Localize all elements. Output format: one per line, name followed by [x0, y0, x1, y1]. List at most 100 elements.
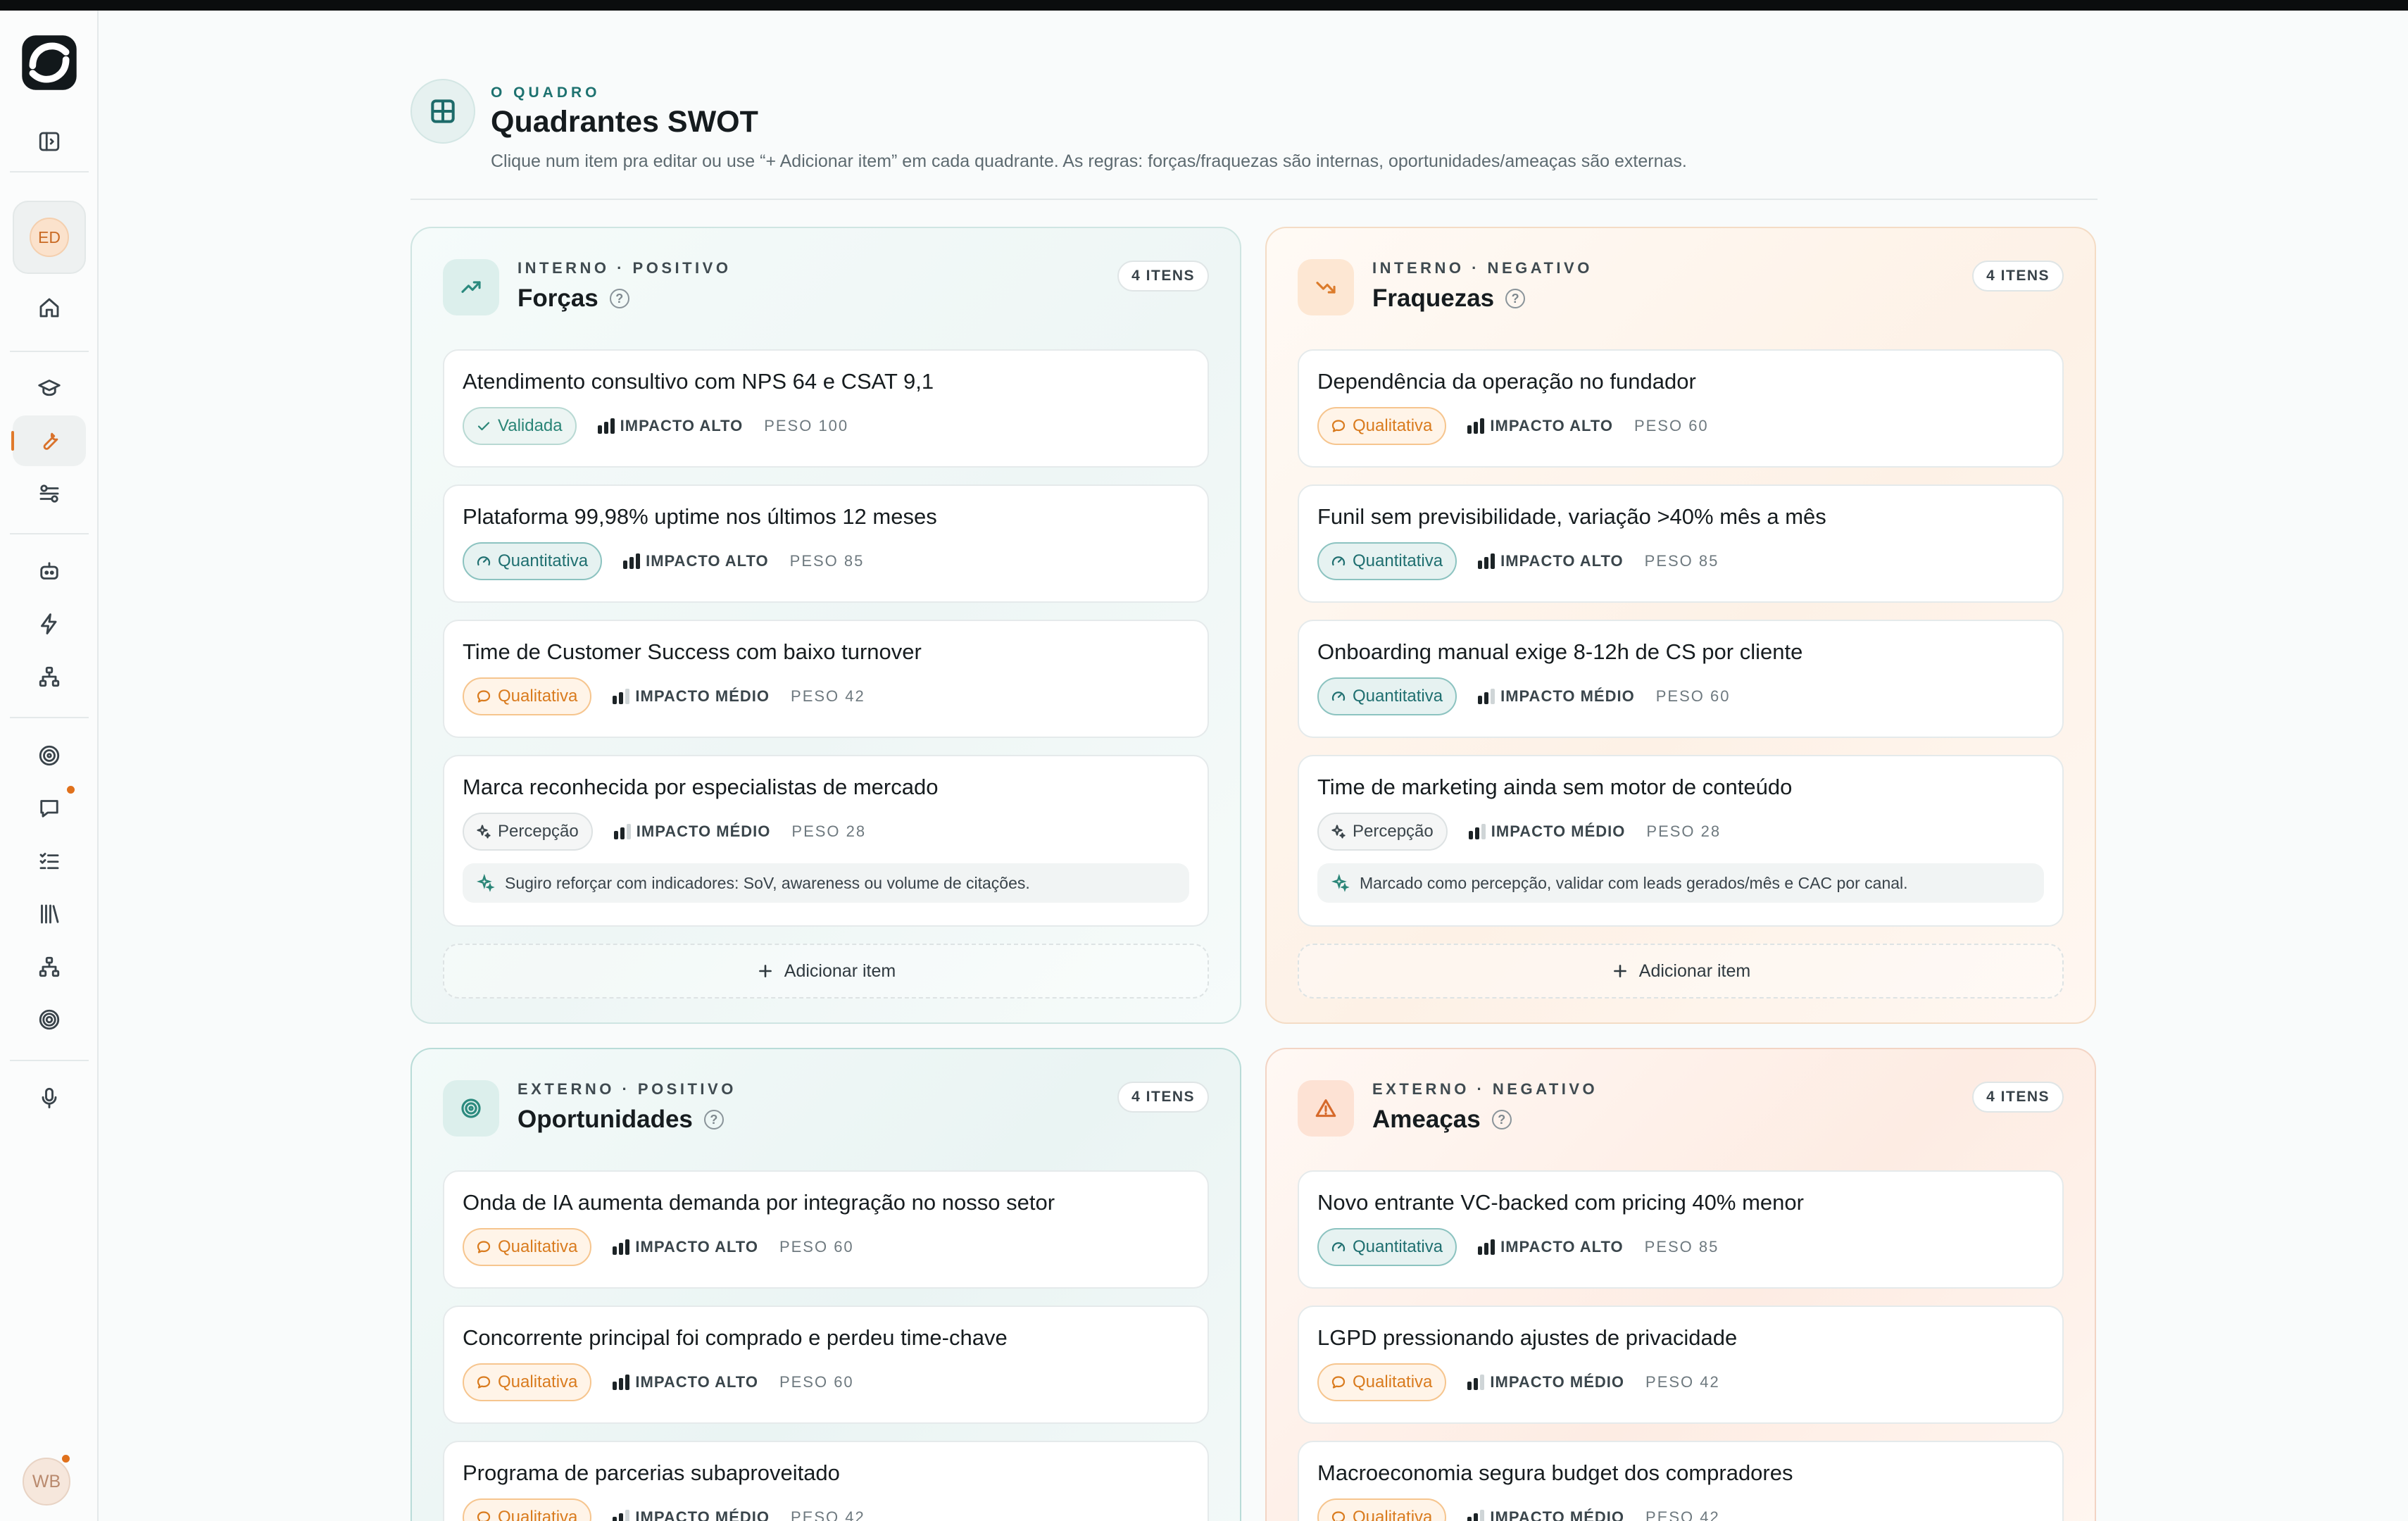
item-weight: PESO 60	[779, 1238, 854, 1256]
add-item-button[interactable]: Adicionar item	[1298, 944, 2064, 999]
panel-toggle-icon[interactable]	[0, 116, 99, 167]
item-title: Macroeconomia segura budget dos comprado…	[1317, 1460, 1793, 1485]
help-icon[interactable]: ?	[1491, 1110, 1512, 1129]
impact-bars-icon	[613, 689, 630, 704]
quadrant-threats: EXTERNO · NEGATIVO Ameaças ? 4 ITENS Nov…	[1265, 1048, 2096, 1521]
sparkle-icon	[1331, 874, 1350, 892]
sidebar-divider	[10, 1060, 89, 1061]
impact-bars-icon	[613, 1375, 630, 1390]
item-title: Marca reconhecida por especialistas de m…	[463, 775, 939, 799]
impact-bars-icon	[623, 553, 641, 569]
quadrant-title-row: Forças ?	[518, 284, 629, 313]
impact-bars-icon	[1468, 824, 1486, 839]
checklist-icon[interactable]	[0, 836, 99, 887]
graduation-cap-icon[interactable]	[0, 363, 99, 413]
validated-tag: Validada	[463, 407, 577, 445]
swot-item[interactable]: Onda de IA aumenta demanda por integraçã…	[443, 1170, 1209, 1289]
impact-level: IMPACTO ALTO	[1478, 1238, 1624, 1256]
sitemap-icon[interactable]	[0, 941, 99, 992]
item-weight: PESO 100	[764, 417, 849, 434]
bolt-icon[interactable]	[0, 599, 99, 649]
swot-item[interactable]: Marca reconhecida por especialistas de m…	[443, 755, 1209, 927]
sidebar-divider	[10, 171, 89, 173]
impact-bars-icon	[1467, 418, 1485, 434]
microphone-icon[interactable]	[0, 1072, 99, 1123]
item-title: Concorrente principal foi comprado e per…	[463, 1325, 1008, 1350]
quadrant-title: Ameaças	[1372, 1106, 1481, 1133]
swot-item[interactable]: Novo entrante VC-backed com pricing 40% …	[1298, 1170, 2064, 1289]
speech-bubble-icon	[477, 690, 491, 703]
sidebar-divider	[10, 351, 89, 352]
swot-item[interactable]: Plataforma 99,98% uptime nos últimos 12 …	[443, 484, 1209, 603]
qualitative-tag: Qualitativa	[463, 1228, 592, 1266]
quadrant-eyebrow: INTERNO · POSITIVO	[518, 259, 732, 277]
sidebar-divider	[10, 533, 89, 534]
help-icon[interactable]: ?	[1505, 289, 1526, 308]
impact-bars-icon	[1467, 1375, 1485, 1390]
impact-level: IMPACTO ALTO	[597, 417, 744, 435]
qualitative-tag: Qualitativa	[1317, 1363, 1447, 1401]
sitemap-icon[interactable]	[0, 651, 99, 702]
ai-suggestion-note: Sugiro reforçar com indicadores: SoV, aw…	[463, 863, 1189, 903]
swot-item[interactable]: Time de Customer Success com baixo turno…	[443, 620, 1209, 738]
workspace-avatar-button[interactable]: ED	[13, 201, 86, 274]
help-icon[interactable]: ?	[703, 1110, 724, 1129]
swot-item[interactable]: Concorrente principal foi comprado e per…	[443, 1306, 1209, 1424]
swot-item[interactable]: Onboarding manual exige 8-12h de CS por …	[1298, 620, 2064, 738]
item-title: LGPD pressionando ajustes de privacidade	[1317, 1325, 1738, 1350]
help-icon[interactable]: ?	[609, 289, 629, 308]
item-weight: PESO 85	[1644, 552, 1719, 570]
ai-suggestion-note: Marcado como percepção, validar com lead…	[1317, 863, 2044, 903]
impact-level: IMPACTO ALTO	[1467, 417, 1613, 435]
home-icon[interactable]	[0, 282, 99, 333]
qualitative-tag: Qualitativa	[463, 1363, 592, 1401]
speech-bubble-icon	[1331, 420, 1346, 432]
quadrant-title-row: Ameaças ?	[1372, 1106, 1512, 1134]
item-weight: PESO 28	[1646, 822, 1722, 840]
bot-icon[interactable]	[0, 546, 99, 596]
impact-level: IMPACTO MÉDIO	[613, 822, 771, 841]
library-icon[interactable]	[0, 889, 99, 939]
wrench-icon[interactable]	[0, 415, 99, 466]
user-avatar[interactable]: WB	[23, 1458, 70, 1506]
trending-down-icon	[1298, 259, 1354, 315]
swot-item[interactable]: Funil sem previsibilidade, variação >40%…	[1298, 484, 2064, 603]
item-weight: PESO 42	[791, 1508, 865, 1521]
sparkle-icon	[477, 874, 495, 892]
swot-item[interactable]: Macroeconomia segura budget dos comprado…	[1298, 1441, 2064, 1521]
item-count-badge: 4 ITENS	[1972, 1082, 2064, 1113]
swot-item[interactable]: Time de marketing ainda sem motor de con…	[1298, 755, 2064, 927]
swot-item[interactable]: Programa de parcerias subaproveitado Qua…	[443, 1441, 1209, 1521]
sliders-icon[interactable]	[0, 468, 99, 519]
swot-item[interactable]: Dependência da operação no fundador Qual…	[1298, 349, 2064, 468]
impact-level: IMPACTO MÉDIO	[1478, 687, 1635, 706]
page-subtitle: Clique num item pra editar ou use “+ Adi…	[491, 151, 1687, 171]
target-icon[interactable]	[0, 730, 99, 781]
impact-level: IMPACTO MÉDIO	[1467, 1508, 1624, 1521]
quadrant-eyebrow: INTERNO · NEGATIVO	[1372, 259, 1593, 277]
item-count-badge: 4 ITENS	[1117, 1082, 1209, 1113]
item-title: Programa de parcerias subaproveitado	[463, 1460, 840, 1485]
item-weight: PESO 85	[1644, 1238, 1719, 1256]
radar-icon[interactable]	[0, 994, 99, 1045]
quantitative-tag: Quantitativa	[1317, 677, 1457, 715]
impact-level: IMPACTO MÉDIO	[1467, 1373, 1624, 1391]
logo-icon[interactable]	[0, 27, 99, 98]
item-weight: PESO 28	[791, 822, 867, 840]
qualitative-tag: Qualitativa	[463, 1498, 592, 1521]
add-item-button[interactable]: Adicionar item	[443, 944, 1209, 999]
quadrant-title: Oportunidades	[518, 1106, 693, 1133]
item-title: Novo entrante VC-backed com pricing 40% …	[1317, 1190, 1804, 1215]
swot-item[interactable]: Atendimento consultivo com NPS 64 e CSAT…	[443, 349, 1209, 468]
impact-level: IMPACTO ALTO	[613, 1238, 758, 1256]
item-title: Atendimento consultivo com NPS 64 e CSAT…	[463, 369, 934, 394]
chat-icon[interactable]	[0, 783, 99, 834]
item-title: Onboarding manual exige 8-12h de CS por …	[1317, 639, 1803, 664]
swot-item[interactable]: LGPD pressionando ajustes de privacidade…	[1298, 1306, 2064, 1424]
item-count-badge: 4 ITENS	[1117, 261, 1209, 292]
plus-icon	[1613, 965, 1626, 977]
quadrant-eyebrow: EXTERNO · POSITIVO	[518, 1080, 736, 1098]
impact-bars-icon	[1478, 1239, 1495, 1255]
page-title: Quadrantes SWOT	[491, 105, 758, 139]
avatar: ED	[30, 218, 69, 257]
